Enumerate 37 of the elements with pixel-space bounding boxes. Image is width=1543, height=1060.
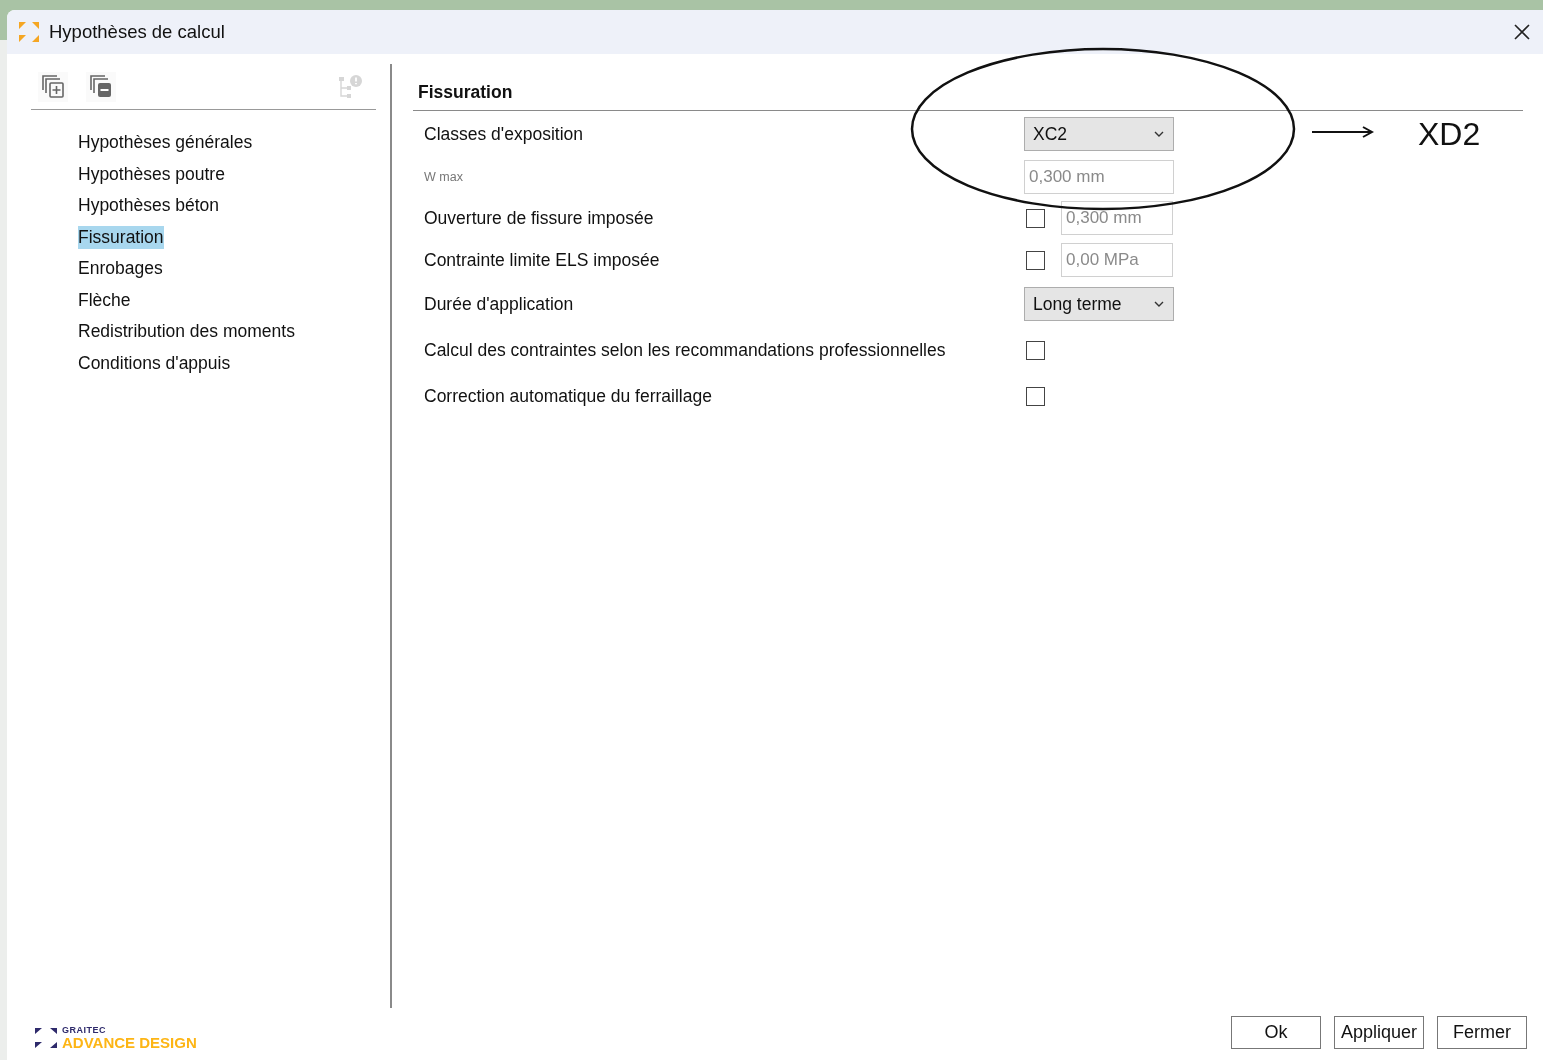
dropdown[interactable]: XC2 <box>1024 117 1174 151</box>
window-title: Hypothèses de calcul <box>49 21 225 43</box>
field-label: Correction automatique du ferraillage <box>424 385 712 407</box>
field-label: Calcul des contraintes selon les recommandations professionnelles <box>424 339 946 361</box>
checkbox[interactable] <box>1026 208 1045 228</box>
field-label: Durée d'application <box>424 293 574 315</box>
checkbox[interactable] <box>1026 386 1045 406</box>
field-label: Contrainte limite ELS imposée <box>424 249 660 271</box>
toolbar-button[interactable] <box>38 71 68 102</box>
field-label: W max <box>424 170 463 184</box>
checkbox[interactable] <box>1026 340 1045 360</box>
checkbox[interactable] <box>1026 250 1045 270</box>
sidebar-item[interactable]: Hypothèses poutre <box>78 162 225 186</box>
sidebar-item[interactable]: Flèche <box>78 288 131 312</box>
field-label: Classes d'exposition <box>424 123 583 145</box>
app-logo-icon <box>18 21 40 43</box>
field-label: Ouverture de fissure imposée <box>424 207 654 229</box>
sidebar-item[interactable]: Redistribution des moments <box>78 320 295 344</box>
dropdown[interactable]: Long terme <box>1024 287 1174 321</box>
arrow-annotation <box>1312 125 1374 139</box>
dialog-button[interactable]: Appliquer <box>1334 1015 1424 1049</box>
dialog-button[interactable]: Fermer <box>1437 1015 1527 1049</box>
logo-icon <box>34 1027 58 1049</box>
section-title: Fissuration <box>417 81 513 103</box>
brand-name: GRAITEC <box>62 1026 107 1035</box>
sidebar-item[interactable]: Conditions d'appuis <box>78 351 231 375</box>
caret-icon <box>1154 131 1164 137</box>
sidebar-item[interactable]: Hypothèses béton <box>78 194 220 218</box>
close-button[interactable] <box>1513 23 1531 41</box>
toolbar-button[interactable] <box>86 71 116 102</box>
product-name: ADVANCE DESIGN <box>62 1035 197 1050</box>
sidebar-item[interactable]: Enrobages <box>78 257 163 281</box>
sidebar-item[interactable]: Fissuration <box>78 225 164 249</box>
annotation-text: XD2 <box>1418 116 1481 153</box>
caret-icon <box>1154 301 1164 307</box>
dialog-button[interactable]: Ok <box>1231 1015 1321 1049</box>
sidebar-item[interactable]: Hypothèses générales <box>78 131 253 155</box>
